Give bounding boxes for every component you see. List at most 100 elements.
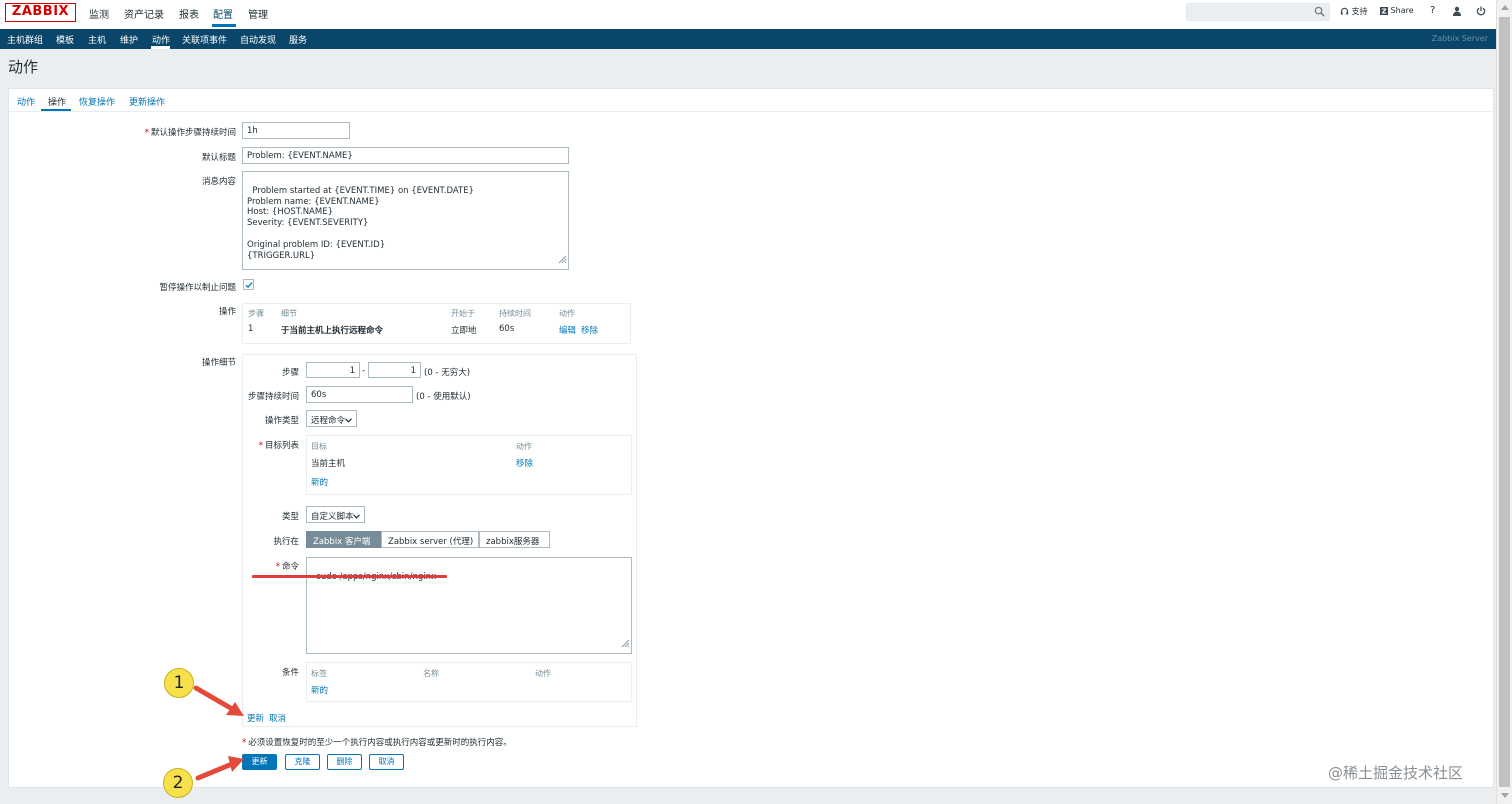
- search-icon: [1314, 6, 1325, 20]
- col-target-action: 动作: [516, 442, 532, 451]
- subnav-actions[interactable]: 动作: [152, 33, 170, 46]
- op-edit-link[interactable]: 编辑: [559, 324, 576, 336]
- user-profile-icon[interactable]: [1452, 6, 1462, 16]
- op-type-value: 远程命令: [311, 416, 346, 426]
- sub-navigation: 主机群组 模板 主机 维护 动作 关联项事件 自动发现 服务 Zabbix Se…: [0, 29, 1496, 49]
- step-duration-input[interactable]: 60s: [306, 386, 413, 403]
- op-step: 1: [248, 324, 254, 334]
- col-duration: 持续时间: [499, 309, 531, 318]
- command-label: * 命令: [275, 562, 299, 572]
- subnav-maintenance[interactable]: 维护: [120, 33, 138, 46]
- callout-bubble-2: 2: [163, 768, 193, 798]
- scrollbar-thumb[interactable]: [1499, 17, 1510, 787]
- script-type-select[interactable]: 自定义脚本: [306, 506, 365, 523]
- subnav-templates[interactable]: 模板: [56, 33, 74, 46]
- subnav-active-indicator: [151, 46, 170, 49]
- op-duration: 60s: [499, 324, 515, 334]
- default-step-duration-label: * 默认操作步骤持续时间: [144, 128, 236, 138]
- step-duration-label: 步骤持续时间: [247, 392, 299, 402]
- message-label: 消息内容: [201, 177, 236, 187]
- col-start: 开始于: [451, 309, 475, 318]
- col-step: 步骤: [248, 309, 264, 318]
- execute-on-server-proxy[interactable]: Zabbix server (代理): [381, 531, 479, 548]
- execute-on-server[interactable]: zabbix服务器: [479, 531, 550, 548]
- col-details: 细节: [281, 309, 297, 318]
- subnav-event-correlation[interactable]: 关联项事件: [182, 33, 227, 46]
- conditions-label: 条件: [281, 668, 299, 678]
- col-action: 动作: [559, 309, 575, 318]
- cancel-button[interactable]: 取消: [369, 754, 404, 770]
- col-cond-action: 动作: [535, 669, 551, 678]
- scroll-up-arrow-icon[interactable]: [1501, 5, 1509, 10]
- share-link[interactable]: Z Share: [1380, 6, 1414, 15]
- clone-button[interactable]: 克隆: [285, 754, 320, 770]
- target-list-table: 目标 动作 当前主机 移除 新的: [306, 435, 632, 495]
- menu-configuration[interactable]: 配置: [213, 6, 233, 21]
- op-details: 于当前主机上执行远程命令: [281, 326, 384, 336]
- operations-table: 步骤 细节 开始于 持续时间 动作 1 于当前主机上执行远程命令 立即地 60s…: [242, 303, 631, 344]
- tab-divider: [9, 111, 1493, 112]
- callout-arrow-1: [193, 685, 244, 716]
- menu-reports[interactable]: 报表: [179, 6, 199, 21]
- page-scrollbar[interactable]: [1496, 0, 1512, 804]
- target-list-label: * 目标列表: [258, 441, 299, 451]
- conditions-table: 标签 名称 动作 新的: [306, 662, 632, 702]
- top-bar: ZABBIX 监测 资产记录 报表 配置 管理 支持 Z Share ?: [0, 0, 1496, 29]
- execute-on-label: 执行在: [273, 537, 299, 547]
- target-remove-link[interactable]: 移除: [516, 457, 533, 469]
- help-icon[interactable]: ?: [1430, 5, 1435, 16]
- tab-operations[interactable]: 操作: [48, 95, 66, 108]
- message-text: Problem started at {EVENT.TIME} on {EVEN…: [247, 185, 474, 261]
- default-subject-input[interactable]: Problem: {EVENT.NAME}: [242, 147, 569, 164]
- command-textarea[interactable]: sudo /apps/nginx/sbin/nginx: [306, 557, 632, 654]
- menu-inventory[interactable]: 资产记录: [124, 6, 164, 21]
- subnav-services[interactable]: 服务: [289, 33, 307, 46]
- svg-text:Z: Z: [1382, 7, 1387, 14]
- tab-update-operations[interactable]: 更新操作: [129, 95, 165, 108]
- step-from-input[interactable]: 1: [306, 362, 360, 378]
- callout-arrow-2: [195, 756, 244, 781]
- op-type-select[interactable]: 远程命令: [306, 410, 357, 427]
- subnav-discovery[interactable]: 自动发现: [240, 33, 276, 46]
- message-textarea[interactable]: Problem started at {EVENT.TIME} on {EVEN…: [242, 171, 569, 270]
- pause-checkbox[interactable]: [243, 279, 254, 290]
- target-current-host: 当前主机: [311, 459, 346, 469]
- step-to-input[interactable]: 1: [368, 362, 421, 378]
- op-type-label: 操作类型: [264, 416, 299, 426]
- type-label: 类型: [281, 512, 299, 522]
- scroll-down-arrow-icon[interactable]: [1501, 793, 1509, 798]
- logout-icon[interactable]: [1476, 6, 1486, 16]
- script-type-value: 自定义脚本: [311, 512, 354, 522]
- chevron-down-icon: [345, 416, 352, 426]
- chevron-down-icon: [353, 512, 360, 522]
- headset-icon: [1340, 7, 1349, 16]
- steps-label: 步骤: [281, 368, 299, 378]
- callout-bubble-1: 1: [164, 668, 194, 698]
- delete-button[interactable]: 删除: [327, 754, 362, 770]
- tab-action[interactable]: 动作: [17, 95, 35, 108]
- support-link[interactable]: 支持: [1340, 6, 1368, 17]
- col-tag: 标签: [311, 669, 327, 678]
- condition-new-link[interactable]: 新的: [311, 684, 328, 696]
- menu-monitoring[interactable]: 监测: [89, 6, 109, 21]
- menu-active-indicator: [212, 24, 236, 27]
- step-duration-hint: (0 - 使用默认): [416, 392, 471, 402]
- watermark: @稀土掘金技术社区: [1328, 764, 1464, 782]
- op-cancel-link[interactable]: 取消: [269, 712, 286, 724]
- execute-on-agent[interactable]: Zabbix 客户端: [306, 531, 381, 548]
- tab-recovery-operations[interactable]: 恢复操作: [79, 95, 115, 108]
- share-label: Share: [1390, 6, 1414, 15]
- share-icon: Z: [1380, 6, 1388, 15]
- search-input[interactable]: [1186, 3, 1330, 21]
- op-remove-link[interactable]: 移除: [581, 324, 598, 336]
- resize-grip-icon[interactable]: [558, 255, 567, 268]
- menu-administration[interactable]: 管理: [248, 6, 268, 21]
- subnav-hosts[interactable]: 主机: [88, 33, 106, 46]
- target-new-link[interactable]: 新的: [311, 476, 328, 488]
- default-step-duration-input[interactable]: 1h: [242, 122, 350, 139]
- resize-grip-icon[interactable]: [621, 639, 630, 652]
- col-target: 目标: [311, 442, 327, 451]
- zabbix-logo[interactable]: ZABBIX: [5, 3, 76, 22]
- step-hint: (0 - 无穷大): [424, 368, 471, 378]
- subnav-host-groups[interactable]: 主机群组: [7, 33, 43, 46]
